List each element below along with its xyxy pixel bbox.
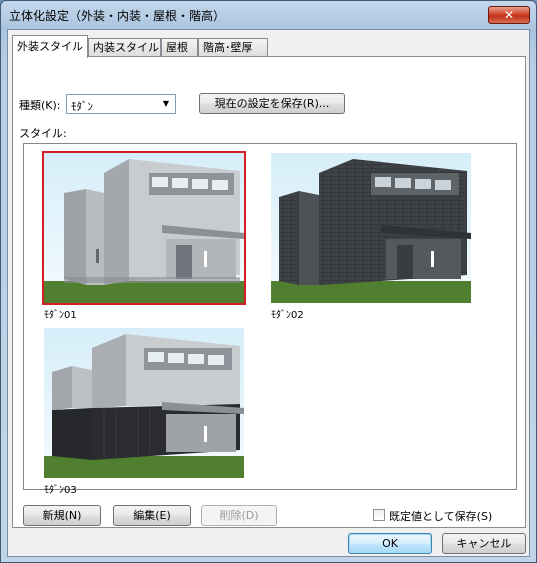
cancel-button[interactable]: キャンセル: [442, 533, 526, 554]
dialog-body: 外装スタイル 内装スタイル 屋根 階高･壁厚 種類(K): ﾓﾀﾞﾝ ▼ 現在の…: [7, 29, 530, 557]
tab-label: 内装スタイル: [93, 41, 159, 54]
type-label: 種類(K):: [19, 99, 61, 112]
tab-label: 階高･壁厚: [203, 41, 253, 54]
chevron-down-icon: ▼: [162, 99, 170, 108]
style-thumbnail[interactable]: [271, 153, 471, 303]
style-label: スタイル:: [19, 127, 67, 140]
style-thumbnail[interactable]: [44, 328, 244, 478]
tab-exterior-style[interactable]: 外装スタイル: [12, 35, 88, 58]
style-gallery[interactable]: ﾓﾀﾞﾝ01 ﾓﾀﾞﾝ02 ﾓﾀﾞﾝ03: [23, 143, 517, 496]
tab-floor-height[interactable]: 階高･壁厚: [198, 38, 268, 57]
dialog-window: 立体化設定（外装・内装・屋根・階高） ✕ 外装スタイル 内装スタイル 屋根 階高…: [0, 0, 537, 563]
type-select[interactable]: ﾓﾀﾞﾝ ▼: [66, 94, 176, 114]
exterior-style-panel: 種類(K): ﾓﾀﾞﾝ ▼ 現在の設定を保存(R)... スタイル: ﾓﾀﾞﾝ0…: [12, 56, 526, 528]
style-caption: ﾓﾀﾞﾝ02: [271, 310, 304, 321]
save-current-settings-button[interactable]: 現在の設定を保存(R)...: [199, 93, 345, 114]
save-as-default-label: 既定値として保存(S): [389, 510, 493, 523]
window-title: 立体化設定（外装・内装・屋根・階高）: [9, 9, 226, 23]
type-select-value: ﾓﾀﾞﾝ: [71, 100, 93, 113]
tab-label: 外装スタイル: [17, 40, 83, 53]
tab-interior-style[interactable]: 内装スタイル: [88, 38, 161, 57]
style-caption: ﾓﾀﾞﾝ03: [44, 485, 77, 496]
ok-button[interactable]: OK: [348, 533, 432, 554]
style-caption: ﾓﾀﾞﾝ01: [44, 310, 77, 321]
house-image: [44, 153, 244, 303]
style-thumbnail[interactable]: [42, 151, 246, 305]
house-image: [44, 328, 244, 478]
new-style-button[interactable]: 新規(N): [23, 505, 101, 526]
edit-style-button[interactable]: 編集(E): [113, 505, 191, 526]
house-image: [271, 153, 471, 303]
tab-label: 屋根: [166, 41, 188, 54]
close-icon: ✕: [503, 8, 515, 22]
close-button[interactable]: ✕: [488, 6, 530, 24]
save-as-default-checkbox[interactable]: [373, 509, 385, 521]
delete-style-button[interactable]: 削除(D): [201, 505, 277, 526]
tab-roof[interactable]: 屋根: [161, 38, 198, 57]
title-bar[interactable]: 立体化設定（外装・内装・屋根・階高） ✕: [1, 1, 536, 29]
